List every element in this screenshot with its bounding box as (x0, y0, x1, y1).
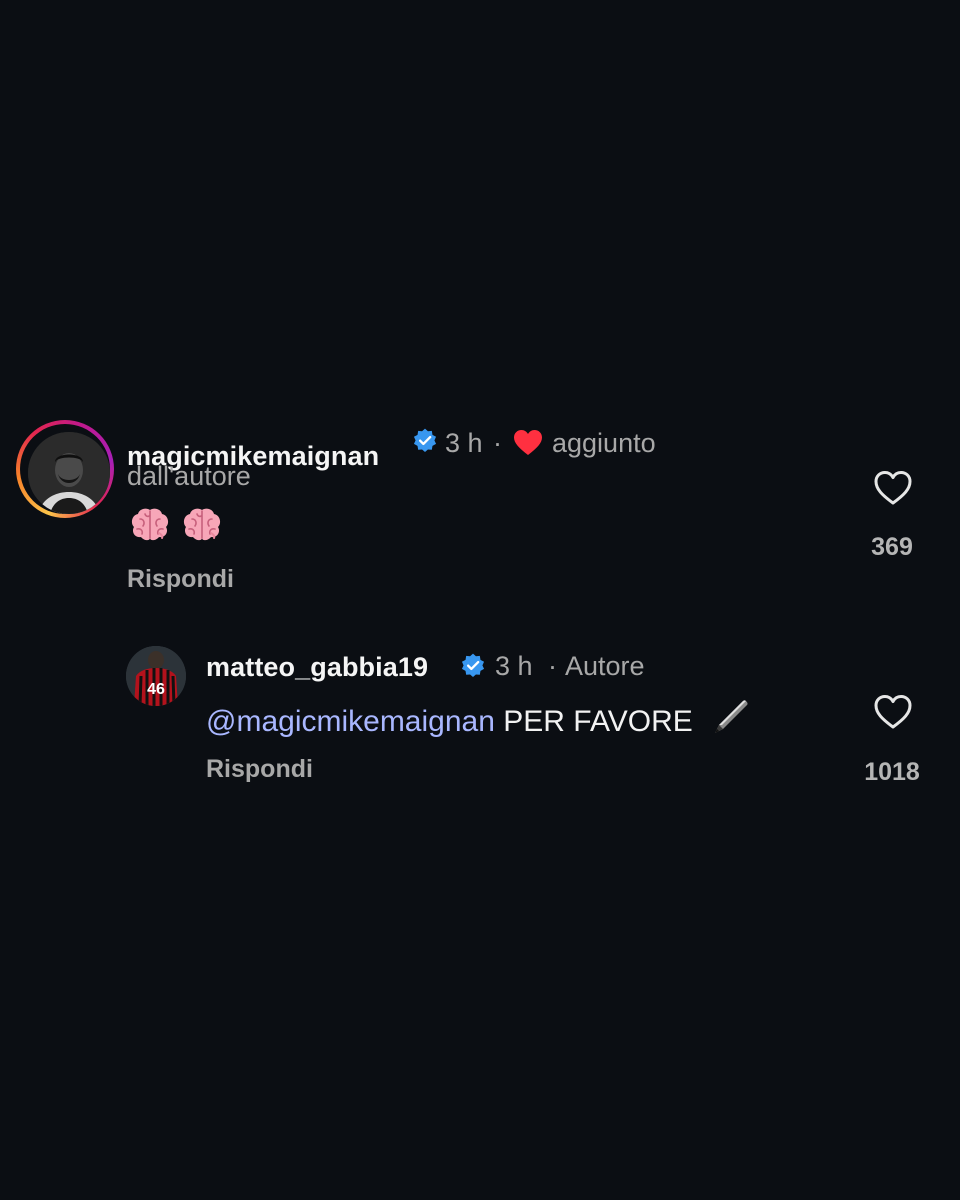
like-heart-icon[interactable] (873, 469, 913, 507)
liked-by-author-label: aggiunto (552, 428, 656, 458)
comment-text: @magicmikemaignan PER FAVORE (206, 695, 753, 739)
reply-comment: 46 matteo_gabbia19 3 h · Autore @magicmi… (0, 640, 960, 800)
brain-emoji-icon (184, 508, 221, 541)
verified-badge-icon (461, 653, 485, 678)
reply-button[interactable]: Rispondi (127, 565, 234, 594)
person-silhouette-icon (28, 432, 110, 514)
reply-button[interactable]: Rispondi (206, 755, 313, 784)
verified-badge-icon (413, 428, 437, 453)
author-badge: Autore (565, 651, 645, 681)
comment-timestamp: 3 h (445, 428, 483, 458)
comment-body: PER FAVORE (503, 705, 693, 738)
like-heart-icon[interactable] (873, 693, 913, 731)
comments-screen: magicmikemaignan 3 h · aggiunto dall'aut… (0, 0, 960, 1200)
avatar (28, 432, 110, 514)
brain-emoji-icon (131, 508, 169, 541)
like-count: 1018 (864, 758, 920, 786)
meta-separator: · (548, 651, 557, 681)
player-jersey-avatar-icon: 46 (126, 646, 186, 706)
liked-by-author-heart-icon (514, 430, 542, 455)
pen-emoji-icon (715, 700, 748, 733)
jersey-number: 46 (147, 681, 165, 698)
meta-separator: · (493, 428, 502, 458)
comment-text (128, 505, 228, 549)
comment-timestamp: 3 h (495, 651, 533, 681)
liked-by-author-label-cont: dall'autore (127, 461, 251, 491)
like-count: 369 (871, 533, 913, 561)
comment-username[interactable]: matteo_gabbia19 (206, 652, 428, 683)
story-ring-avatar[interactable] (16, 420, 114, 518)
mention-link[interactable]: @magicmikemaignan (206, 705, 495, 738)
comment: magicmikemaignan 3 h · aggiunto dall'aut… (0, 415, 960, 605)
avatar[interactable]: 46 (126, 646, 186, 706)
